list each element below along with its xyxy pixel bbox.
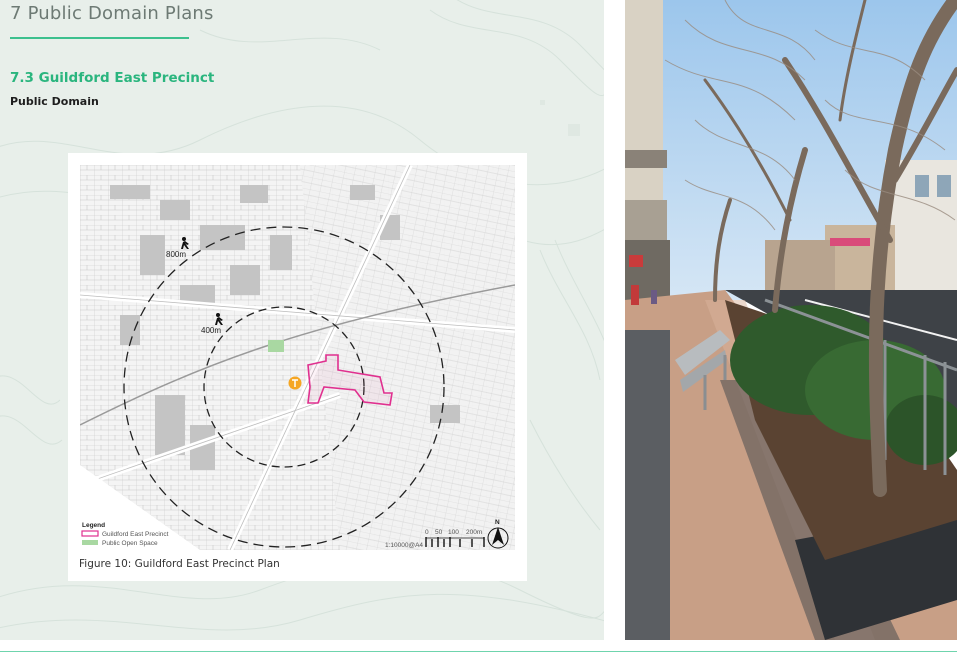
- chapter-underline: [10, 37, 189, 39]
- page-footer-rule: [0, 651, 957, 652]
- ring-label-800m: 800m: [166, 250, 186, 259]
- scale-tick-100: 100: [448, 529, 459, 536]
- street-scene-photo: [625, 0, 957, 640]
- section-title: 7.3 Guildford East Precinct: [10, 70, 215, 86]
- scale-tick-50: 50: [435, 529, 443, 536]
- legend-title: Legend: [82, 522, 105, 529]
- chapter-title: 7 Public Domain Plans: [10, 3, 214, 24]
- legend-item-open-space: Public Open Space: [102, 540, 158, 547]
- subsection-title: Public Domain: [10, 95, 99, 108]
- figure-caption: Figure 10: Guildford East Precinct Plan: [79, 558, 280, 570]
- ring-label-400m: 400m: [201, 326, 221, 335]
- scale-ratio: 1:10000@A4: [385, 542, 423, 549]
- precinct-map: 800m 400m Legend Guildford East Precinct…: [80, 165, 515, 550]
- train-station-icon: [288, 376, 302, 390]
- public-open-space: [268, 340, 284, 352]
- north-label: N: [495, 519, 500, 526]
- scale-tick-200m: 200m: [466, 529, 482, 536]
- precinct-plan-figure: 800m 400m Legend Guildford East Precinct…: [68, 153, 527, 581]
- legend-item-precinct: Guildford East Precinct: [102, 531, 169, 538]
- scale-tick-0: 0: [425, 529, 429, 536]
- content-panel: 7 Public Domain Plans 7.3 Guildford East…: [0, 0, 604, 640]
